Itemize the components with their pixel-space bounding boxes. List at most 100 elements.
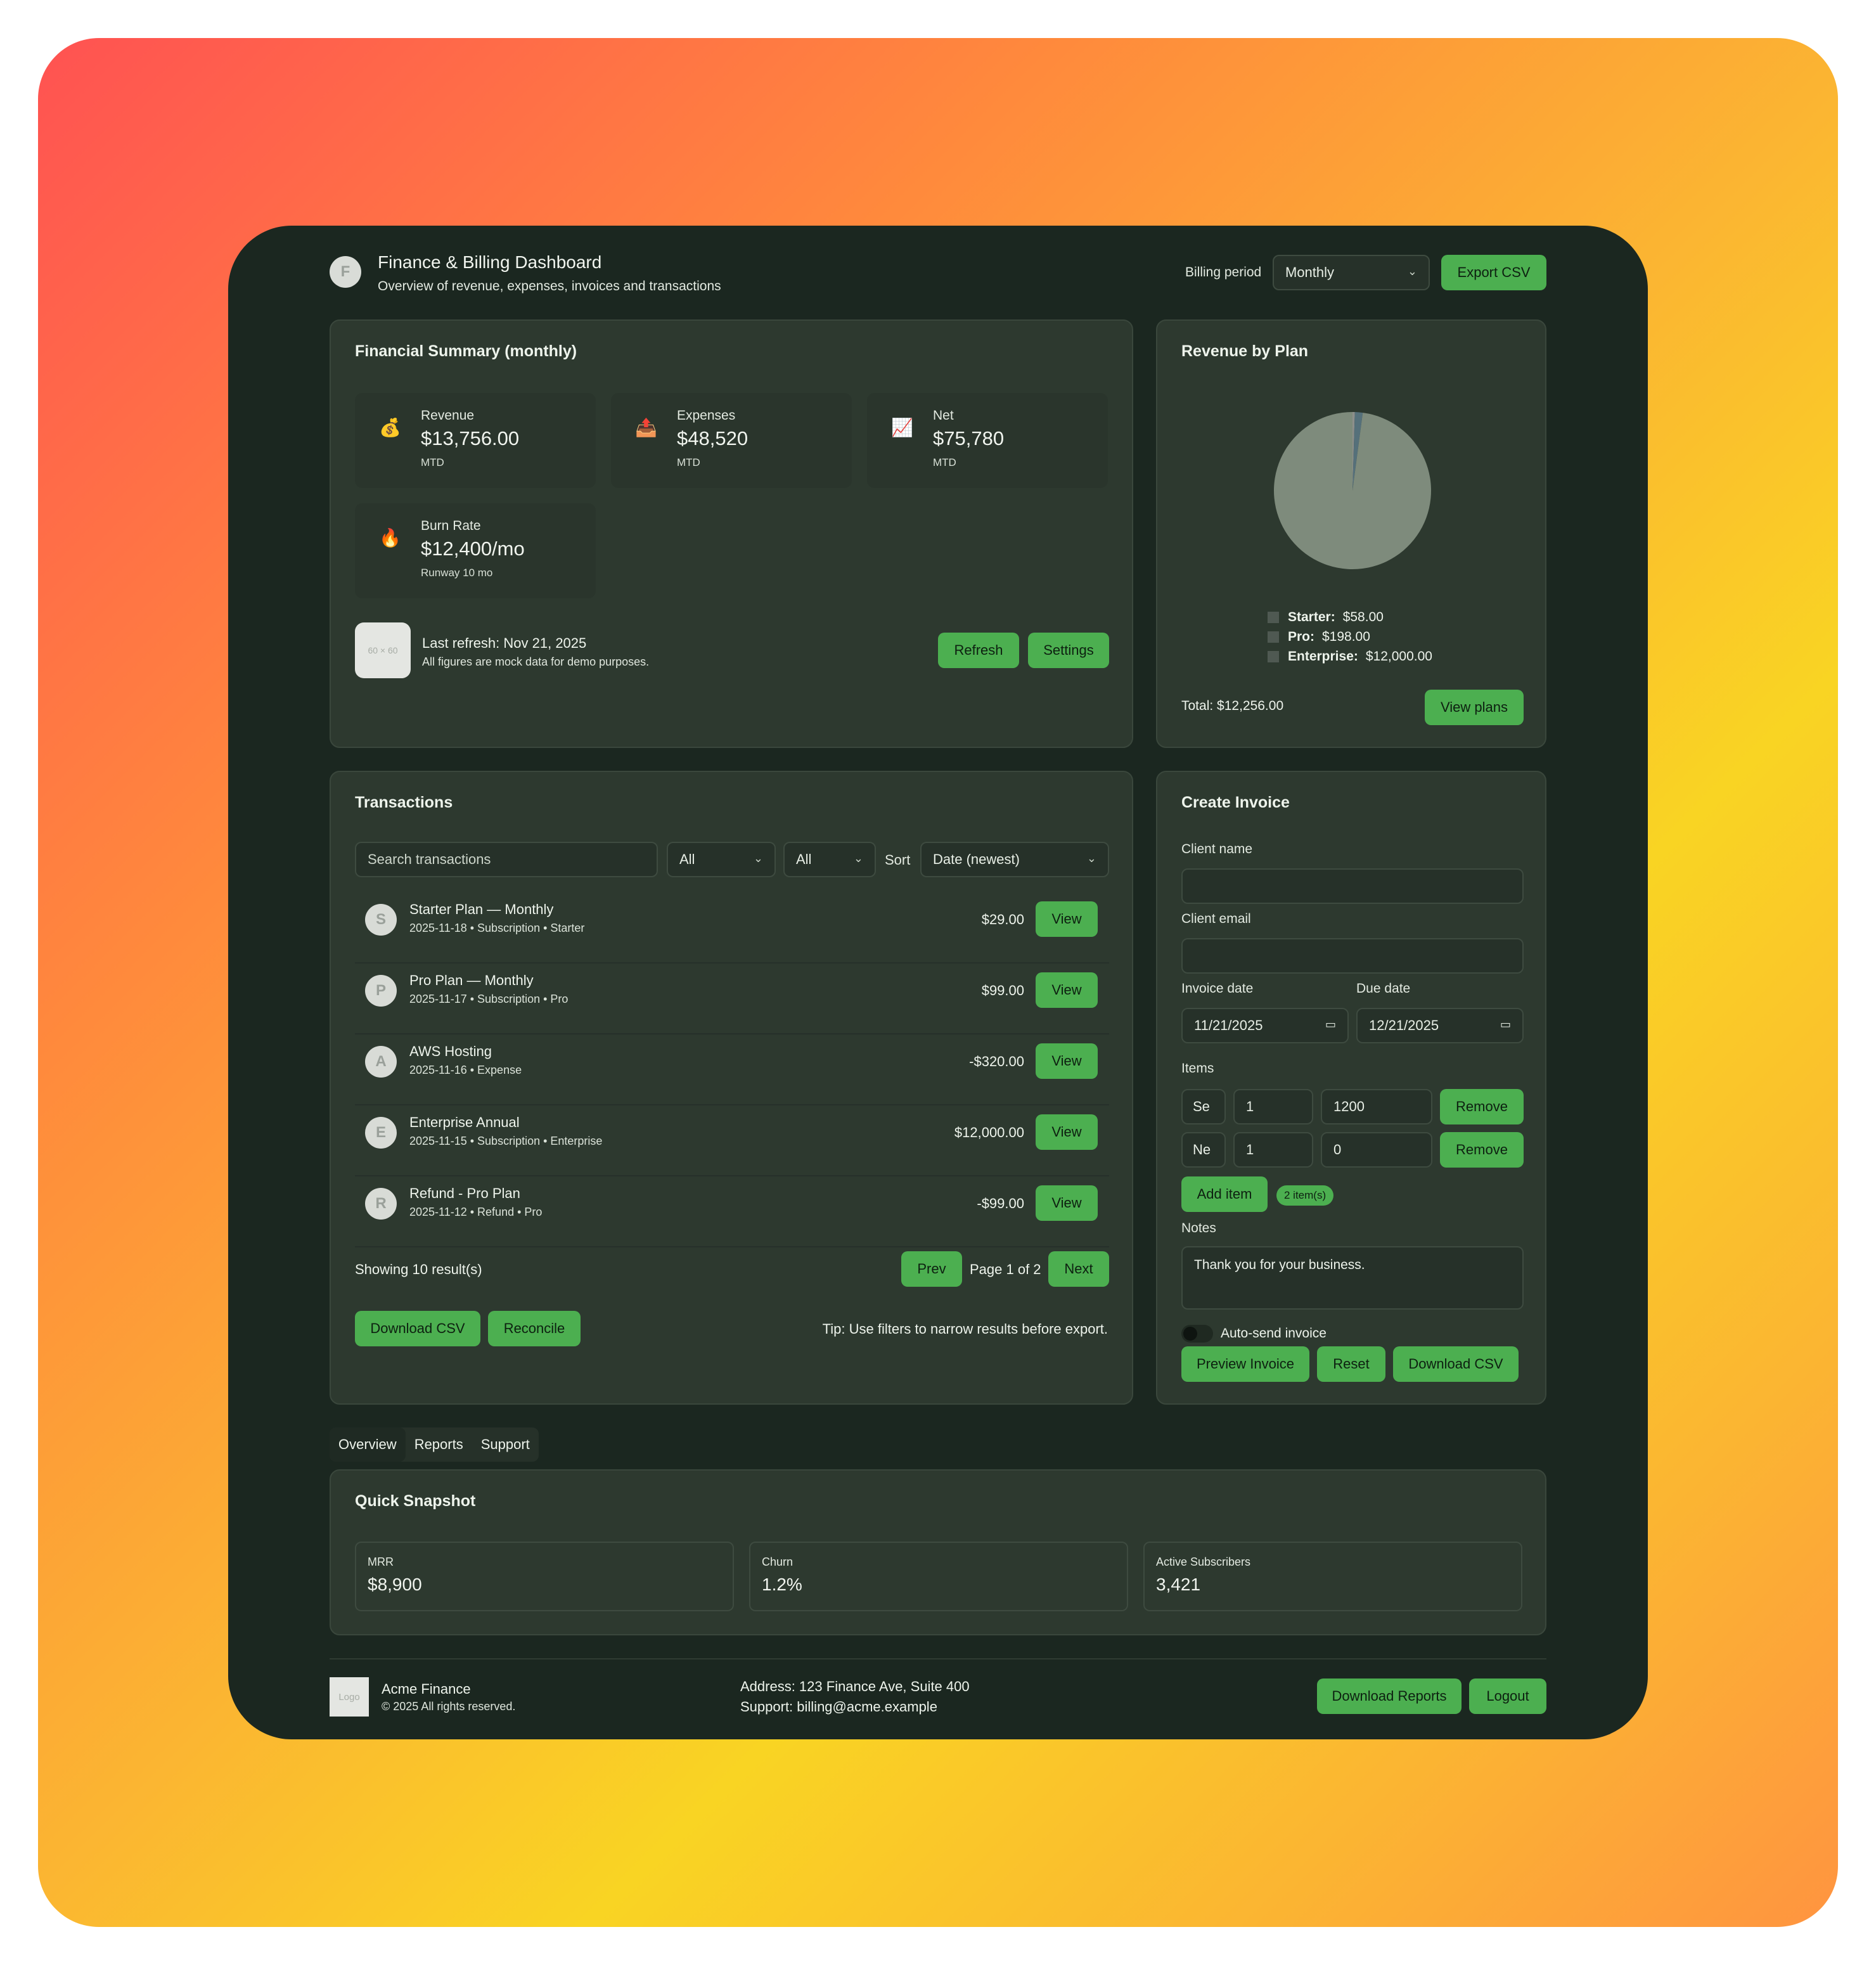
remove-item-button[interactable]: Remove [1440, 1089, 1524, 1124]
tab-overview[interactable]: Overview [330, 1427, 406, 1462]
billing-period-select[interactable]: Monthly ⌄ [1273, 255, 1430, 290]
search-transactions-input[interactable]: Search transactions [355, 842, 658, 877]
remove-item-button[interactable]: Remove [1440, 1132, 1524, 1168]
chevron-down-icon: ⌄ [753, 852, 763, 865]
item-quantity-value: 1 [1246, 1098, 1254, 1114]
reconcile-button[interactable]: Reconcile [488, 1311, 581, 1346]
item-description-input[interactable]: Se [1181, 1089, 1226, 1124]
download-csv-button[interactable]: Download CSV [355, 1311, 480, 1346]
item-quantity-input[interactable]: 1 [1233, 1089, 1313, 1124]
snapshot-card-mrr: MRR $8,900 [355, 1542, 734, 1611]
plan-filter-value: All [796, 851, 812, 867]
transaction-row: P Pro Plan — Monthly 2025-11-17 • Subscr… [355, 963, 1109, 1034]
view-transaction-button[interactable]: View [1036, 972, 1098, 1008]
metric-sub: MTD [933, 456, 956, 468]
image-placeholder: 60 × 60 [355, 622, 411, 678]
mock-data-note: All figures are mock data for demo purpo… [422, 655, 650, 668]
transaction-meta: 2025-11-16 • Expense [409, 1064, 522, 1076]
item-description-input[interactable]: Ne [1181, 1132, 1226, 1168]
metric-value: $48,520 [677, 427, 748, 449]
add-item-button[interactable]: Add item [1181, 1176, 1268, 1212]
item-price-input[interactable]: 0 [1321, 1132, 1432, 1168]
download-reports-button[interactable]: Download Reports [1317, 1678, 1462, 1714]
transaction-meta: 2025-11-15 • Subscription • Enterprise [409, 1135, 603, 1147]
notes-textarea[interactable]: Thank you for your business. [1181, 1246, 1524, 1310]
prev-page-button[interactable]: Prev [901, 1251, 962, 1287]
auto-send-toggle[interactable] [1181, 1325, 1213, 1343]
client-name-input[interactable] [1181, 868, 1524, 904]
metric-card-expenses: 📤 Expenses $48,520 MTD [611, 393, 852, 488]
transaction-list: S Starter Plan — Monthly 2025-11-18 • Su… [355, 892, 1109, 1247]
view-transaction-button[interactable]: View [1036, 901, 1098, 937]
refresh-button[interactable]: Refresh [938, 633, 1019, 668]
next-page-button[interactable]: Next [1048, 1251, 1109, 1287]
legend-swatch [1268, 631, 1279, 643]
settings-button[interactable]: Settings [1028, 633, 1109, 668]
transaction-avatar: R [365, 1188, 397, 1220]
metric-label: Net [933, 408, 954, 423]
view-transaction-button[interactable]: View [1036, 1114, 1098, 1150]
transaction-row: S Starter Plan — Monthly 2025-11-18 • Su… [355, 892, 1109, 963]
page-title: Finance & Billing Dashboard [378, 252, 602, 272]
snapshot-label: Churn [762, 1556, 793, 1568]
item-price-input[interactable]: 1200 [1321, 1089, 1432, 1124]
revenue-by-plan-title: Revenue by Plan [1181, 342, 1309, 360]
chart-up-icon: 📈 [891, 418, 913, 437]
last-refresh-text: Last refresh: Nov 21, 2025 [422, 635, 587, 651]
view-transaction-button[interactable]: View [1036, 1185, 1098, 1221]
calendar-icon[interactable]: ▭ [1500, 1018, 1511, 1031]
legend-item-pro: Pro: $198.00 [1268, 627, 1432, 647]
calendar-icon[interactable]: ▭ [1325, 1018, 1336, 1031]
due-date-label: Due date [1356, 981, 1411, 996]
sort-value: Date (newest) [933, 851, 1020, 867]
client-email-input[interactable] [1181, 938, 1524, 974]
invoice-date-label: Invoice date [1181, 981, 1254, 996]
due-date-value: 12/21/2025 [1369, 1017, 1439, 1033]
export-csv-button[interactable]: Export CSV [1441, 255, 1546, 290]
create-invoice-card: Create Invoice Client name Client email … [1156, 771, 1546, 1405]
view-plans-button[interactable]: View plans [1425, 690, 1524, 725]
pie-legend: Starter: $58.00 Pro: $198.00 Enterprise:… [1268, 607, 1432, 666]
transaction-meta: 2025-11-18 • Subscription • Starter [409, 922, 585, 934]
invoice-date-input[interactable]: 11/21/2025 ▭ [1181, 1008, 1349, 1043]
view-transaction-button[interactable]: View [1036, 1043, 1098, 1079]
tab-reports[interactable]: Reports [406, 1427, 472, 1462]
preview-invoice-button[interactable]: Preview Invoice [1181, 1346, 1309, 1382]
dashboard-window: F Finance & Billing Dashboard Overview o… [228, 226, 1648, 1739]
type-filter-select[interactable]: All ⌄ [667, 842, 776, 877]
item-price-value: 1200 [1333, 1098, 1365, 1114]
item-quantity-input[interactable]: 1 [1233, 1132, 1313, 1168]
download-invoice-csv-button[interactable]: Download CSV [1393, 1346, 1519, 1382]
metric-value: $75,780 [933, 427, 1005, 449]
tab-support[interactable]: Support [472, 1427, 539, 1462]
revenue-total: Total: $12,256.00 [1181, 699, 1284, 713]
snapshot-label: Active Subscribers [1156, 1556, 1251, 1568]
metric-sub: MTD [677, 456, 700, 468]
plan-filter-select[interactable]: All ⌄ [783, 842, 876, 877]
metric-label: Expenses [677, 408, 736, 423]
copyright: © 2025 All rights reserved. [382, 1700, 516, 1713]
metric-sub: Runway 10 mo [421, 567, 493, 579]
metric-card-burn-rate: 🔥 Burn Rate $12,400/mo Runway 10 mo [355, 503, 596, 598]
items-label: Items [1181, 1061, 1214, 1076]
transaction-amount: $99.00 [981, 982, 1024, 998]
billing-period-value: Monthly [1285, 264, 1335, 280]
support-email: Support: billing@acme.example [740, 1699, 937, 1715]
chevron-down-icon: ⌄ [853, 852, 863, 865]
pie-slice-enterprise [1274, 412, 1431, 569]
due-date-input[interactable]: 12/21/2025 ▭ [1356, 1008, 1524, 1043]
snapshot-card-active-subscribers: Active Subscribers 3,421 [1143, 1542, 1522, 1611]
transaction-meta: 2025-11-17 • Subscription • Pro [409, 993, 569, 1005]
legend-name: Enterprise: [1288, 648, 1358, 664]
toggle-knob [1183, 1327, 1197, 1341]
metric-label: Burn Rate [421, 519, 481, 533]
sort-select[interactable]: Date (newest) ⌄ [920, 842, 1109, 877]
logout-button[interactable]: Logout [1469, 1678, 1546, 1714]
money-bag-icon: 💰 [379, 418, 401, 437]
transaction-name: Starter Plan — Monthly [409, 901, 554, 917]
item-description-value: Ne [1193, 1142, 1211, 1157]
reset-button[interactable]: Reset [1317, 1346, 1385, 1382]
client-email-label: Client email [1181, 912, 1251, 926]
transaction-row: A AWS Hosting 2025-11-16 • Expense -$320… [355, 1034, 1109, 1105]
transaction-name: AWS Hosting [409, 1043, 492, 1059]
